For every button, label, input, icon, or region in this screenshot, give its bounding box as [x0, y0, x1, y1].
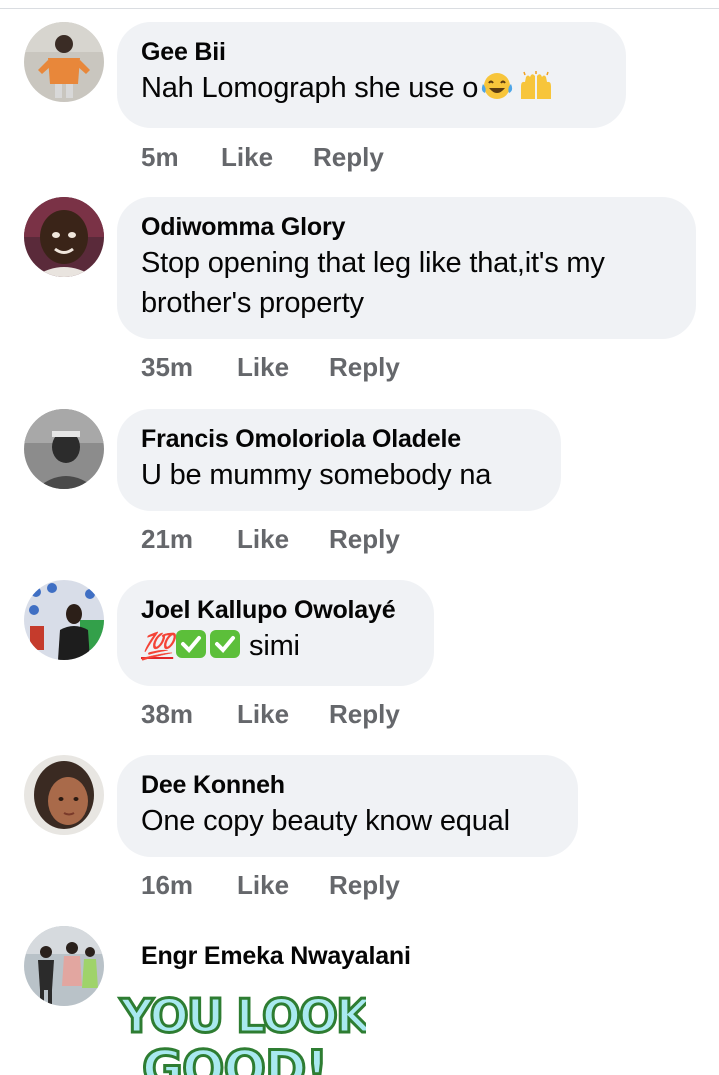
- comment-text: Nah Lomograph she use o: [141, 68, 602, 112]
- sticker-line-1: YOU LOOK: [119, 992, 366, 1043]
- reply-button[interactable]: Reply: [329, 352, 400, 382]
- reply-button[interactable]: Reply: [329, 524, 400, 554]
- check-mark-emoji-icon: [209, 629, 241, 670]
- avatar[interactable]: [24, 926, 104, 1006]
- comment-time[interactable]: 38m: [141, 699, 193, 729]
- comment-bubble[interactable]: Joel Kallupo Owolayé 💯 simi: [117, 580, 434, 686]
- comment-time[interactable]: 5m: [141, 142, 179, 172]
- comment-text: One copy beauty know equal: [141, 805, 510, 837]
- hundred-points-emoji-icon: 💯: [141, 631, 174, 661]
- avatar[interactable]: [24, 580, 104, 660]
- comment-text: U be mummy somebody na: [141, 459, 492, 491]
- comment-text: 💯 simi: [141, 626, 410, 670]
- comment-author[interactable]: Gee Bii: [141, 36, 602, 68]
- avatar[interactable]: [24, 22, 104, 102]
- sticker-line-2: GOOD!: [142, 1040, 327, 1075]
- comment-time[interactable]: 16m: [141, 870, 193, 900]
- reply-button[interactable]: Reply: [329, 870, 400, 900]
- like-button[interactable]: Like: [237, 352, 289, 382]
- comment-bubble[interactable]: Francis Omoloriola Oladele U be mummy so…: [117, 409, 561, 511]
- like-button[interactable]: Like: [237, 699, 289, 729]
- comment-author[interactable]: Dee Konneh: [141, 769, 554, 801]
- avatar[interactable]: [24, 755, 104, 835]
- comment-bubble[interactable]: Dee Konneh One copy beauty know equal: [117, 755, 578, 857]
- top-divider: [0, 8, 719, 9]
- comment-author[interactable]: Joel Kallupo Owolayé: [141, 594, 410, 626]
- comment-text-line-2: brother's property: [141, 287, 364, 319]
- check-mark-emoji-icon: [175, 629, 207, 670]
- avatar[interactable]: [24, 197, 104, 277]
- laughing-crying-emoji-icon: [480, 71, 514, 112]
- comment-author[interactable]: Odiwomma Glory: [141, 211, 672, 243]
- comment-time[interactable]: 35m: [141, 352, 193, 382]
- comment-time[interactable]: 21m: [141, 524, 193, 554]
- like-button[interactable]: Like: [221, 142, 273, 172]
- raising-hands-emoji-icon: [516, 71, 556, 112]
- comment-text-line-1: Stop opening that leg like that,it's my: [141, 247, 605, 279]
- reply-button[interactable]: Reply: [313, 142, 384, 172]
- comment-author[interactable]: Francis Omoloriola Oladele: [141, 423, 537, 455]
- like-button[interactable]: Like: [237, 524, 289, 554]
- you-look-good-sticker[interactable]: YOU LOOK GOOD!: [116, 992, 367, 1075]
- avatar[interactable]: [24, 409, 104, 489]
- comment-bubble[interactable]: Gee Bii Nah Lomograph she use o: [117, 22, 626, 128]
- comment-author[interactable]: Engr Emeka Nwayalani: [141, 940, 411, 972]
- comment-bubble[interactable]: Odiwomma Glory Stop opening that leg lik…: [117, 197, 696, 339]
- reply-button[interactable]: Reply: [329, 699, 400, 729]
- like-button[interactable]: Like: [237, 870, 289, 900]
